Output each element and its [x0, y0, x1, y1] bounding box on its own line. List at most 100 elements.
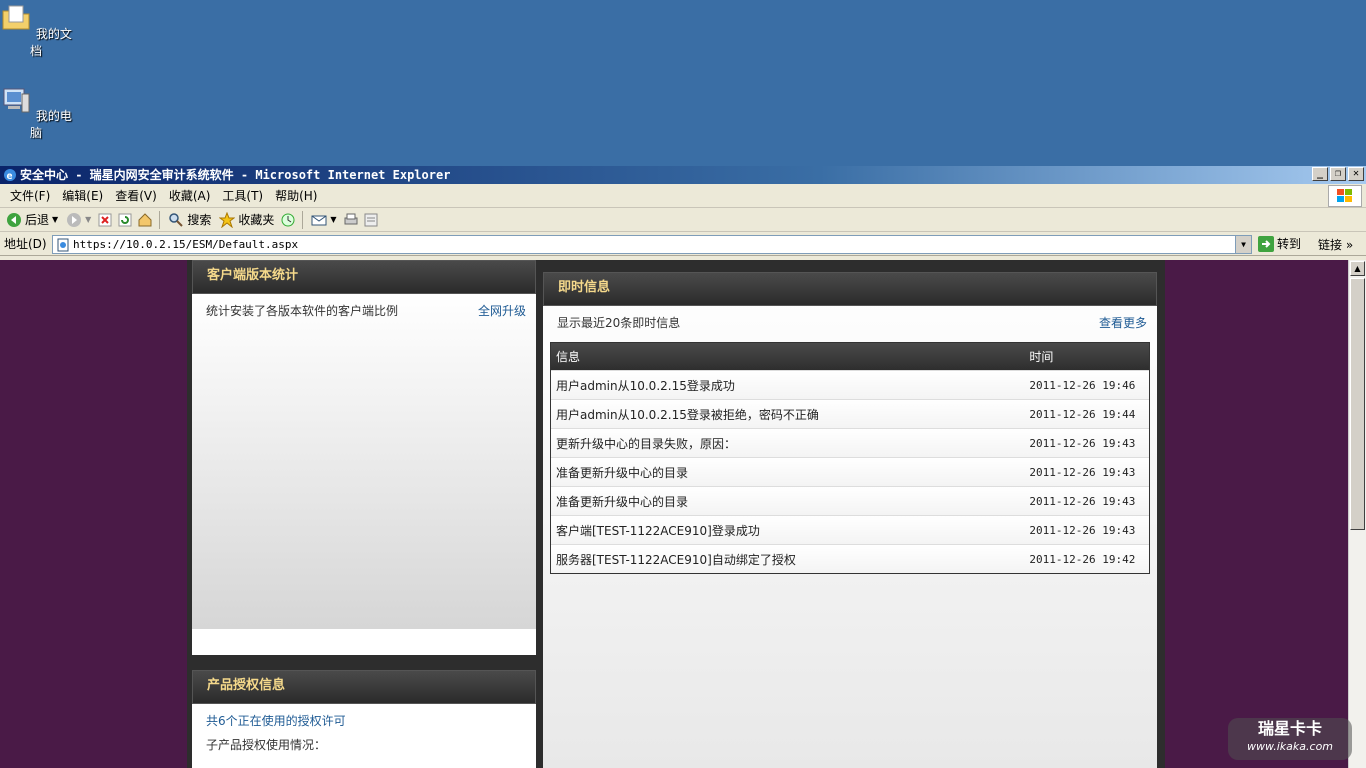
page-content: 客户端版本统计 统计安装了各版本软件的客户端比例 全网升级 产品授权信息 共6个…: [187, 260, 1165, 768]
vertical-scrollbar[interactable]: ▲: [1348, 260, 1366, 768]
row-time: 2011-12-26 19:43: [1029, 465, 1136, 479]
chevron-down-icon[interactable]: ▼: [52, 215, 58, 224]
column-header-time: 时间: [1029, 350, 1054, 364]
menu-help[interactable]: 帮助(H): [269, 187, 323, 204]
panel-body: 统计安装了各版本软件的客户端比例 全网升级: [192, 294, 536, 629]
menu-edit[interactable]: 编辑(E): [56, 187, 109, 204]
row-time: 2011-12-26 19:43: [1029, 436, 1136, 450]
search-button[interactable]: 搜索: [166, 211, 213, 228]
toolbar-separator: [159, 210, 161, 229]
go-button[interactable]: 转到: [1258, 235, 1301, 252]
address-input[interactable]: https://10.0.2.15/ESM/Default.aspx ▼: [52, 235, 1252, 254]
browser-window: e 安全中心 - 瑞星内网安全审计系统软件 - Microsoft Intern…: [0, 166, 1366, 768]
window-title: 安全中心 - 瑞星内网安全审计系统软件 - Microsoft Internet…: [20, 168, 451, 182]
table-row[interactable]: 客户端[TEST-1122ACE910]登录成功 2011-12-26 19:4…: [551, 515, 1149, 544]
page-viewport: 客户端版本统计 统计安装了各版本软件的客户端比例 全网升级 产品授权信息 共6个…: [0, 260, 1348, 768]
row-message: 准备更新升级中心的目录: [556, 465, 689, 480]
upgrade-all-link[interactable]: 全网升级: [478, 302, 526, 319]
mail-button[interactable]: ▼: [309, 212, 338, 228]
info-table: 信息 时间 用户admin从10.0.2.15登录成功 2011-12-26 1…: [550, 342, 1150, 574]
links-button[interactable]: 链接 »: [1318, 236, 1353, 253]
toolbar-separator: [302, 210, 304, 229]
mail-icon: [311, 215, 327, 225]
desktop-icon-my-computer[interactable]: 我的电脑: [0, 84, 72, 141]
desktop-icon-my-documents[interactable]: 我的文档: [0, 2, 72, 59]
panel-title: 产品授权信息: [192, 670, 536, 704]
row-time: 2011-12-26 19:43: [1029, 523, 1136, 537]
windows-logo-icon: [1328, 185, 1362, 207]
table-row[interactable]: 准备更新升级中心的目录 2011-12-26 19:43: [551, 486, 1149, 515]
edit-page-icon[interactable]: [363, 212, 379, 228]
table-row[interactable]: 更新升级中心的目录失败，原因： 2011-12-26 19:43: [551, 428, 1149, 457]
row-message: 更新升级中心的目录失败，原因：: [556, 436, 737, 451]
back-label: 后退: [25, 213, 50, 227]
address-url: https://10.0.2.15/ESM/Default.aspx: [73, 238, 299, 251]
ie-icon: e: [4, 169, 16, 182]
history-icon[interactable]: [280, 212, 296, 228]
row-message: 用户admin从10.0.2.15登录被拒绝，密码不正确: [556, 407, 819, 422]
table-row[interactable]: 准备更新升级中心的目录 2011-12-26 19:43: [551, 457, 1149, 486]
menu-view[interactable]: 查看(V): [109, 187, 163, 204]
close-button[interactable]: ✕: [1348, 167, 1364, 181]
row-time: 2011-12-26 19:46: [1029, 378, 1136, 392]
minimize-button[interactable]: _: [1312, 167, 1328, 181]
search-icon: [169, 212, 184, 227]
panel-title: 即时信息: [543, 272, 1157, 306]
row-time: 2011-12-26 19:43: [1029, 494, 1136, 508]
back-button[interactable]: 后退 ▼: [4, 211, 60, 228]
desktop-icon-label: 我的电脑: [29, 109, 72, 140]
menu-file[interactable]: 文件(F): [4, 187, 56, 204]
table-row[interactable]: 用户admin从10.0.2.15登录成功 2011-12-26 19:46: [551, 370, 1149, 399]
row-message: 准备更新升级中心的目录: [556, 494, 689, 509]
desktop-icon-label: 我的文档: [29, 27, 72, 58]
row-message: 用户admin从10.0.2.15登录成功: [556, 378, 735, 393]
print-icon[interactable]: [343, 212, 359, 228]
chevron-down-icon[interactable]: ▼: [85, 215, 91, 224]
chevron-right-icon: »: [1345, 238, 1354, 252]
title-bar[interactable]: e 安全中心 - 瑞星内网安全审计系统软件 - Microsoft Intern…: [0, 166, 1366, 184]
favorites-button[interactable]: 收藏夹: [217, 211, 276, 228]
view-more-link[interactable]: 查看更多: [1099, 314, 1147, 331]
stop-icon[interactable]: [97, 212, 113, 228]
column-header-message: 信息: [556, 350, 581, 364]
search-label: 搜索: [187, 213, 212, 227]
forward-button[interactable]: ▼: [64, 212, 93, 228]
scroll-up-arrow-icon[interactable]: ▲: [1350, 261, 1365, 276]
panel-title: 客户端版本统计: [192, 260, 536, 294]
table-row[interactable]: 服务器[TEST-1122ACE910]自动绑定了授权 2011-12-26 1…: [551, 544, 1149, 573]
computer-icon: [3, 88, 30, 113]
chevron-down-icon[interactable]: ▼: [330, 215, 336, 224]
menu-tools[interactable]: 工具(T): [216, 187, 269, 204]
license-panel: 产品授权信息 共6个正在使用的授权许可 子产品授权使用情况：: [192, 670, 536, 768]
go-label: 转到: [1277, 237, 1302, 251]
refresh-icon[interactable]: [117, 212, 133, 228]
table-row[interactable]: 用户admin从10.0.2.15登录被拒绝，密码不正确 2011-12-26 …: [551, 399, 1149, 428]
address-dropdown-button[interactable]: ▼: [1235, 236, 1251, 253]
table-header: 信息 时间: [551, 343, 1149, 370]
watermark-logo: 瑞星卡卡 www.ikaka.com: [1228, 718, 1352, 760]
links-label: 链接: [1318, 238, 1343, 252]
favorites-label: 收藏夹: [238, 213, 275, 227]
watermark-url: www.ikaka.com: [1246, 740, 1334, 753]
address-bar: 地址(D) https://10.0.2.15/ESM/Default.aspx…: [0, 232, 1366, 256]
star-icon: [219, 211, 236, 228]
panel-description: 统计安装了各版本软件的客户端比例: [206, 304, 399, 318]
home-icon[interactable]: [137, 212, 153, 228]
license-count-link[interactable]: 共6个正在使用的授权许可: [206, 712, 346, 729]
forward-arrow-icon: [67, 212, 82, 227]
row-time: 2011-12-26 19:44: [1029, 407, 1136, 421]
desktop: 我的文档 我的电脑: [0, 0, 1366, 166]
go-arrow-icon: [1258, 235, 1274, 252]
address-label: 地址(D): [4, 237, 47, 251]
panel-subtitle: 显示最近20条即时信息: [557, 316, 681, 330]
scrollbar-thumb[interactable]: [1350, 278, 1365, 530]
instant-info-panel: 即时信息 显示最近20条即时信息 查看更多 信息 时间 用户admin从10.0…: [543, 272, 1157, 768]
menu-bar: 文件(F) 编辑(E) 查看(V) 收藏(A) 工具(T) 帮助(H): [0, 184, 1366, 208]
restore-button[interactable]: ❐: [1330, 167, 1346, 181]
row-message: 客户端[TEST-1122ACE910]登录成功: [556, 523, 760, 538]
menu-favorites[interactable]: 收藏(A): [163, 187, 217, 204]
toolbar: 后退 ▼ ▼ 搜索 收藏夹 ▼: [0, 208, 1366, 232]
folder-icon: [2, 5, 30, 30]
watermark-title: 瑞星卡卡: [1257, 719, 1322, 738]
back-arrow-icon: [7, 212, 21, 227]
